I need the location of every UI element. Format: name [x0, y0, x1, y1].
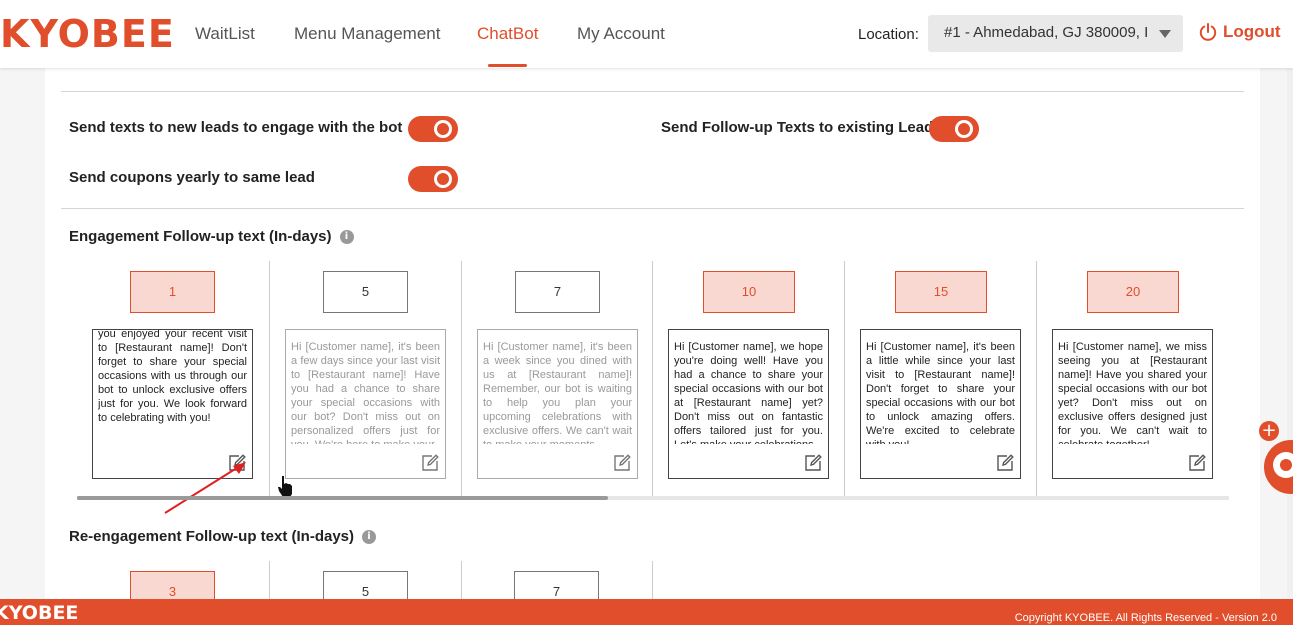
- column-separator: [844, 261, 845, 497]
- column-separator: [269, 261, 270, 497]
- coupons-label: Send coupons yearly to same lead: [69, 169, 315, 186]
- new-leads-toggle[interactable]: [408, 116, 458, 142]
- column-separator: [652, 561, 653, 601]
- engagement-day-input[interactable]: 1: [130, 271, 215, 313]
- location-label: Location:: [858, 26, 919, 43]
- edit-icon[interactable]: [803, 453, 823, 473]
- engagement-message-text: Hi [Customer name], we miss seeing you a…: [1058, 341, 1207, 444]
- info-icon[interactable]: i: [339, 229, 354, 244]
- footer-logo: KYOBEE: [0, 602, 79, 624]
- nav-waitlist[interactable]: WaitList: [195, 24, 255, 44]
- power-icon: [1199, 23, 1217, 41]
- copyright-text: Copyright KYOBEE. All Rights Reserved - …: [1014, 612, 1277, 624]
- info-icon[interactable]: i: [362, 529, 377, 544]
- engagement-message-box[interactable]: Hi [Customer name], it's been a week sin…: [477, 329, 638, 479]
- engagement-title-text: Engagement Follow-up text (In-days): [69, 228, 332, 245]
- column-separator: [652, 261, 653, 497]
- column-separator: [1036, 261, 1037, 497]
- column-separator: [269, 561, 270, 601]
- footer: KYOBEE Copyright KYOBEE. All Rights Rese…: [0, 599, 1293, 625]
- add-chat-icon[interactable]: +: [1259, 421, 1279, 441]
- chat-widget-icon[interactable]: [1264, 440, 1293, 494]
- edit-icon[interactable]: [995, 453, 1015, 473]
- active-nav-indicator: [488, 64, 527, 67]
- engagement-day-input[interactable]: 20: [1087, 271, 1179, 313]
- engagement-message-box[interactable]: Hi [Customer name], it's been a few days…: [285, 329, 446, 479]
- engagement-day-input[interactable]: 10: [703, 271, 795, 313]
- reengagement-title-text: Re-engagement Follow-up text (In-days): [69, 528, 355, 545]
- location-select[interactable]: #1 - Ahmedabad, GJ 380009, In: [928, 15, 1183, 52]
- logout-button[interactable]: Logout: [1198, 22, 1281, 42]
- toggle-knob: [434, 170, 452, 188]
- edit-icon[interactable]: [420, 453, 440, 473]
- chevron-down-icon: [1159, 30, 1171, 38]
- edit-icon[interactable]: [612, 453, 632, 473]
- edit-icon[interactable]: [1187, 453, 1207, 473]
- nav-chatbot[interactable]: ChatBot: [477, 24, 538, 44]
- nav-my-account[interactable]: My Account: [577, 24, 665, 44]
- vertical-scrollbar[interactable]: [1287, 68, 1293, 599]
- engagement-day-input[interactable]: 15: [895, 271, 987, 313]
- toggle-knob: [434, 120, 452, 138]
- coupons-toggle[interactable]: [408, 166, 458, 192]
- logout-label: Logout: [1223, 22, 1281, 41]
- engagement-message-box[interactable]: Hi [Customer name], it's been a little w…: [860, 329, 1021, 479]
- follow-up-label: Send Follow-up Texts to existing Leads: [661, 119, 942, 136]
- divider: [61, 208, 1244, 209]
- engagement-day-input[interactable]: 5: [323, 271, 408, 313]
- engagement-message-box[interactable]: Hi [Customer name], we hope you're doing…: [668, 329, 829, 479]
- engagement-message-box[interactable]: you enjoyed your recent visit to [Restau…: [92, 329, 253, 479]
- engagement-message-text: Hi [Customer name], it's been a little w…: [866, 341, 1015, 444]
- engagement-title: Engagement Follow-up text (In-days) i: [69, 228, 354, 245]
- location-value: #1 - Ahmedabad, GJ 380009, In: [944, 24, 1149, 41]
- engagement-message-text: Hi [Customer name], we hope you're doing…: [674, 341, 823, 444]
- column-separator: [461, 261, 462, 497]
- annotation-arrow: [164, 462, 246, 514]
- engagement-message-text: Hi [Customer name], it's been a week sin…: [483, 341, 632, 444]
- divider: [61, 91, 1244, 92]
- engagement-message-box[interactable]: Hi [Customer name], we miss seeing you a…: [1052, 329, 1213, 479]
- horizontal-scrollbar-thumb[interactable]: [77, 496, 608, 500]
- toggle-knob: [955, 120, 973, 138]
- brand-logo[interactable]: KYOBEE: [0, 12, 175, 56]
- engagement-message-text: Hi [Customer name], it's been a few days…: [291, 341, 440, 444]
- nav-menu-management[interactable]: Menu Management: [294, 24, 440, 44]
- engagement-day-input[interactable]: 7: [515, 271, 600, 313]
- new-leads-label: Send texts to new leads to engage with t…: [69, 119, 403, 136]
- column-separator: [461, 561, 462, 601]
- engagement-message-text: you enjoyed your recent visit to [Restau…: [98, 329, 247, 424]
- follow-up-toggle[interactable]: [929, 116, 979, 142]
- reengagement-title: Re-engagement Follow-up text (In-days) i: [69, 528, 377, 545]
- top-header: KYOBEE WaitList Menu Management ChatBot …: [0, 0, 1293, 68]
